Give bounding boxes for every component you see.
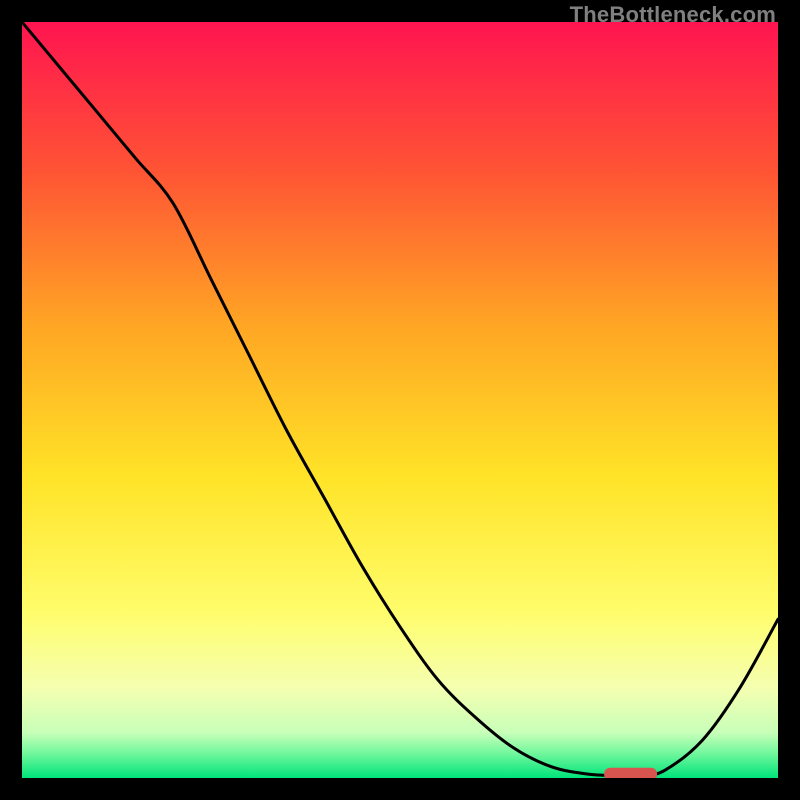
chart-plot [22, 22, 778, 778]
watermark-text: TheBottleneck.com [570, 2, 776, 28]
chart-background-gradient [22, 22, 778, 778]
minimum-marker [604, 768, 657, 778]
chart-frame [22, 22, 778, 778]
